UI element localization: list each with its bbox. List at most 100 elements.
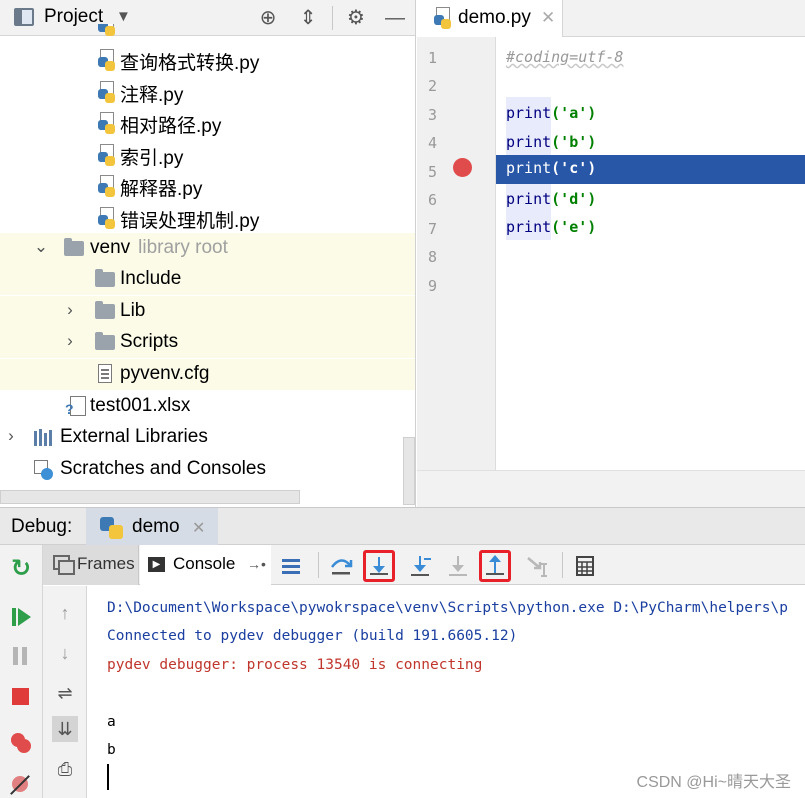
tab-label: demo	[132, 516, 180, 537]
line-number: 4	[427, 134, 437, 152]
console-icon: ▶	[148, 557, 165, 572]
show-execution-point-icon[interactable]	[275, 550, 307, 582]
console-output[interactable]: D:\Document\Workspace\pywokrspace\venv\S…	[88, 586, 805, 798]
tab-console[interactable]: ▶ Console →•	[140, 545, 271, 585]
line-number: 5	[427, 163, 437, 181]
tree-item-folder[interactable]: Include	[0, 264, 415, 295]
pause-icon[interactable]	[9, 644, 33, 668]
console-line: b	[107, 742, 116, 758]
step-into-icon[interactable]	[363, 550, 395, 582]
python-file-icon	[98, 81, 116, 103]
tree-item-label: Include	[120, 268, 182, 289]
tree-item-label: 注释.py	[120, 85, 184, 106]
tab-demo-py[interactable]: demo.py ✕	[417, 0, 563, 37]
code-line-current[interactable]: print('c')	[496, 155, 805, 184]
python-file-icon	[98, 175, 116, 197]
step-into-my-code-icon[interactable]	[404, 550, 436, 582]
tab-frames[interactable]: Frames	[43, 545, 139, 585]
debug-toolbar: Frames ▶ Console →•	[43, 545, 805, 585]
vertical-scrollbar[interactable]	[403, 437, 415, 505]
rerun-icon[interactable]: ↻	[9, 557, 33, 581]
python-file-icon	[98, 49, 116, 71]
line-number: 2	[427, 77, 437, 95]
code-fn: print	[506, 104, 552, 122]
python-file-icon	[98, 207, 116, 229]
code-line[interactable]: print('d')	[496, 186, 805, 215]
watermark: CSDN @Hi~晴天大圣	[636, 774, 791, 791]
tab-debug-demo[interactable]: demo ✕	[86, 508, 218, 545]
resume-icon[interactable]	[9, 605, 33, 629]
scratches-icon	[34, 460, 54, 480]
horizontal-scrollbar[interactable]	[0, 490, 300, 504]
tree-item-venv[interactable]: ⌄ venv library root	[0, 233, 415, 264]
console-line: Connected to pydev debugger (build 191.6…	[107, 628, 518, 644]
folder-icon	[64, 238, 84, 256]
tree-item-file[interactable]: 错误处理机制.py	[0, 202, 415, 233]
python-file-icon	[98, 24, 116, 36]
chevron-right-icon[interactable]: ›	[3, 426, 19, 446]
line-gutter[interactable]: 1 2 3 4 5 6 7 8 9	[417, 37, 496, 470]
tree-item-file[interactable]: test001.xlsx	[0, 391, 415, 422]
close-icon[interactable]: ✕	[541, 8, 555, 28]
line-number: 7	[427, 220, 437, 238]
tree-item-label: 错误处理机制.py	[120, 211, 260, 232]
folder-icon	[95, 301, 115, 319]
arrow-down-icon[interactable]: ↓	[52, 640, 78, 666]
tree-item-file[interactable]: 注释.py	[0, 76, 415, 107]
tree-item-folder[interactable]: › Lib	[0, 296, 415, 327]
tab-label: Frames	[77, 554, 135, 573]
chevron-right-icon[interactable]: ›	[62, 331, 78, 351]
step-over-icon[interactable]	[325, 550, 357, 582]
code-arg: ('c')	[551, 159, 597, 177]
python-file-icon	[98, 112, 116, 134]
code-line[interactable]: print('a')	[496, 100, 805, 129]
arrow-up-icon[interactable]: ↑	[52, 600, 78, 626]
code-arg: ('a')	[551, 104, 597, 122]
chevron-down-icon[interactable]: ⌄	[33, 237, 49, 257]
tree-item-folder[interactable]: › Scripts	[0, 327, 415, 358]
print-icon[interactable]: ⎙	[52, 756, 78, 782]
close-icon[interactable]: ✕	[192, 518, 205, 538]
tree-item-file[interactable]: 相对路径.py	[0, 107, 415, 138]
mute-breakpoints-icon[interactable]	[9, 773, 33, 797]
tree-item-external-libraries[interactable]: › External Libraries	[0, 422, 415, 453]
stop-icon[interactable]	[9, 685, 33, 709]
tree-item-label: Scripts	[120, 331, 179, 352]
code-line[interactable]: print('b')	[496, 129, 805, 158]
frames-icon	[53, 555, 75, 575]
breakpoint-icon[interactable]	[453, 158, 472, 177]
library-root-label: library root	[138, 237, 228, 258]
code-fn: print	[506, 190, 552, 208]
project-panel: Project ▼ ⊕ ⇕ ⚙ — 查询格式转换.py 注释.py 相对路径.p…	[0, 0, 416, 507]
python-file-icon	[98, 144, 116, 166]
evaluate-expression-icon[interactable]	[569, 550, 601, 582]
line-number: 8	[427, 248, 437, 266]
code-fn: print	[506, 133, 552, 151]
step-out-icon[interactable]	[479, 550, 511, 582]
tree-item-file[interactable]: 解释器.py	[0, 170, 415, 201]
tree-item-label: 解释器.py	[120, 179, 203, 200]
scroll-to-end-icon[interactable]: ⇊	[52, 716, 78, 742]
divider	[318, 552, 319, 578]
code-line[interactable]: print('e')	[496, 214, 805, 243]
library-icon	[34, 429, 54, 446]
soft-wrap-icon[interactable]: ⇌	[52, 680, 78, 706]
tree-item-file[interactable]: 查询格式转换.py	[0, 44, 415, 75]
tree-item-scratches[interactable]: Scratches and Consoles	[0, 454, 415, 485]
text-caret	[107, 764, 109, 790]
console-gutter: ↑ ↓ ⇌ ⇊ ⎙	[43, 586, 87, 798]
run-to-cursor-icon[interactable]	[522, 550, 554, 582]
editor-tab-bar: demo.py ✕	[417, 0, 805, 37]
tree-item-file[interactable]: pyvenv.cfg	[0, 359, 415, 390]
tree-item-file[interactable]: 索引.py	[0, 139, 415, 170]
force-step-into-icon[interactable]	[442, 550, 474, 582]
pin-icon[interactable]: →•	[247, 556, 266, 572]
view-breakpoints-icon[interactable]	[9, 731, 33, 755]
python-icon	[100, 515, 123, 539]
code-line[interactable]: #coding=utf-8	[496, 44, 805, 73]
line-number: 1	[427, 49, 437, 67]
code-arg: ('b')	[551, 133, 597, 151]
chevron-right-icon[interactable]: ›	[62, 300, 78, 320]
chevron-down-icon[interactable]: ▼	[116, 8, 131, 25]
console-line: a	[107, 714, 116, 730]
